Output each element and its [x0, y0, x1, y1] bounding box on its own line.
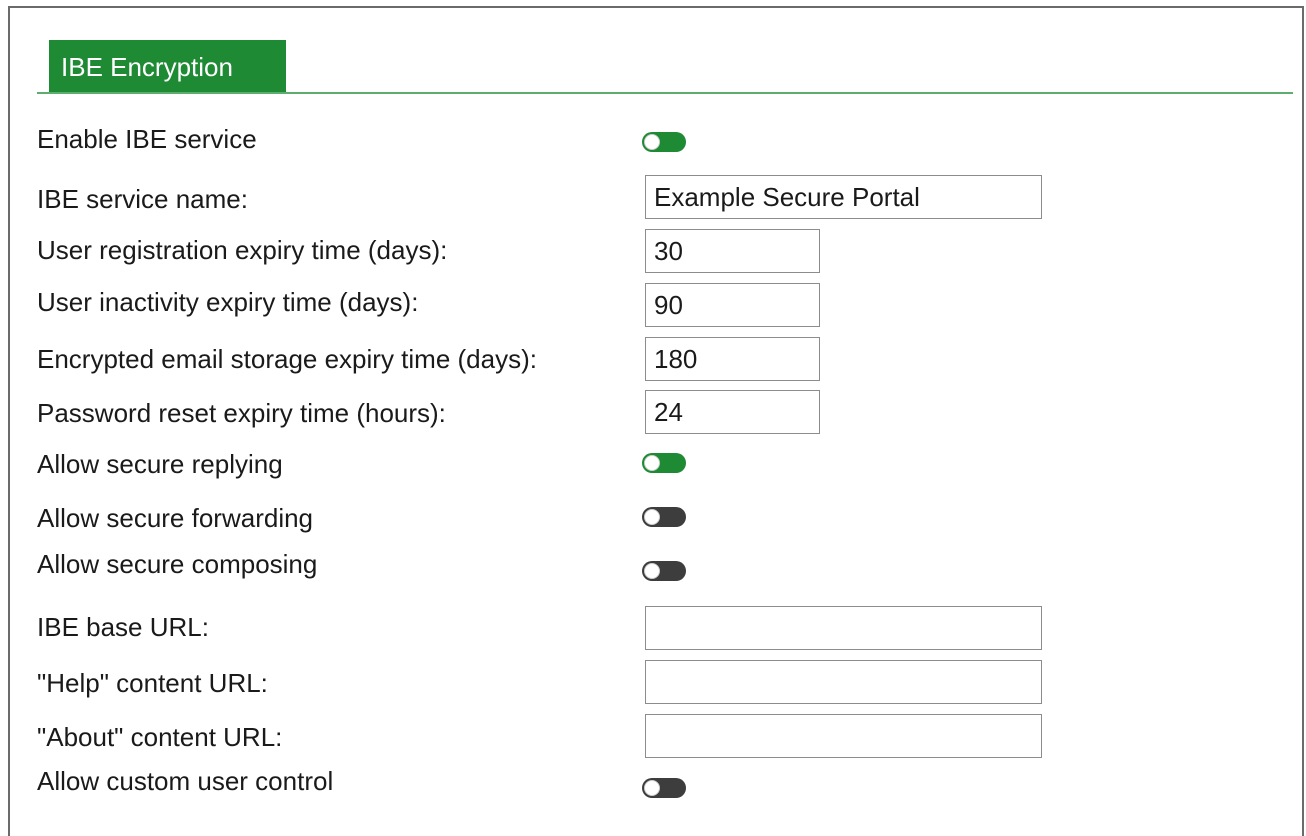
base-url-label: IBE base URL: — [37, 612, 209, 642]
toggle-knob — [644, 509, 660, 525]
toggle-knob — [644, 780, 660, 796]
password-reset-expiry-label: Password reset expiry time (hours): — [37, 398, 446, 428]
service-name-input[interactable] — [645, 175, 1042, 219]
custom-user-control-label: Allow custom user control — [37, 766, 334, 796]
service-name-label: IBE service name: — [37, 184, 248, 214]
registration-expiry-input[interactable] — [645, 229, 820, 273]
custom-user-control-toggle[interactable] — [642, 778, 686, 798]
base-url-input[interactable] — [645, 606, 1042, 650]
storage-expiry-label: Encrypted email storage expiry time (day… — [37, 344, 537, 374]
password-reset-expiry-input[interactable] — [645, 390, 820, 434]
tab-ibe-encryption[interactable]: IBE Encryption — [49, 40, 286, 92]
inactivity-expiry-input[interactable] — [645, 283, 820, 327]
inactivity-expiry-label: User inactivity expiry time (days): — [37, 287, 419, 317]
secure-forwarding-toggle[interactable] — [642, 507, 686, 527]
secure-composing-label: Allow secure composing — [37, 549, 318, 579]
enable-ibe-label: Enable IBE service — [37, 124, 257, 154]
secure-forwarding-label: Allow secure forwarding — [37, 503, 314, 533]
about-url-label: "About" content URL: — [37, 722, 283, 752]
about-url-input[interactable] — [645, 714, 1042, 758]
registration-expiry-label: User registration expiry time (days): — [37, 235, 448, 265]
toggle-knob — [644, 134, 660, 150]
tab-divider — [37, 92, 1293, 94]
secure-composing-toggle[interactable] — [642, 561, 686, 581]
help-url-input[interactable] — [645, 660, 1042, 704]
toggle-knob — [644, 455, 660, 471]
enable-ibe-toggle[interactable] — [642, 132, 686, 152]
secure-replying-toggle[interactable] — [642, 453, 686, 473]
secure-replying-label: Allow secure replying — [37, 449, 283, 479]
storage-expiry-input[interactable] — [645, 337, 820, 381]
help-url-label: "Help" content URL: — [37, 668, 268, 698]
toggle-knob — [644, 563, 660, 579]
